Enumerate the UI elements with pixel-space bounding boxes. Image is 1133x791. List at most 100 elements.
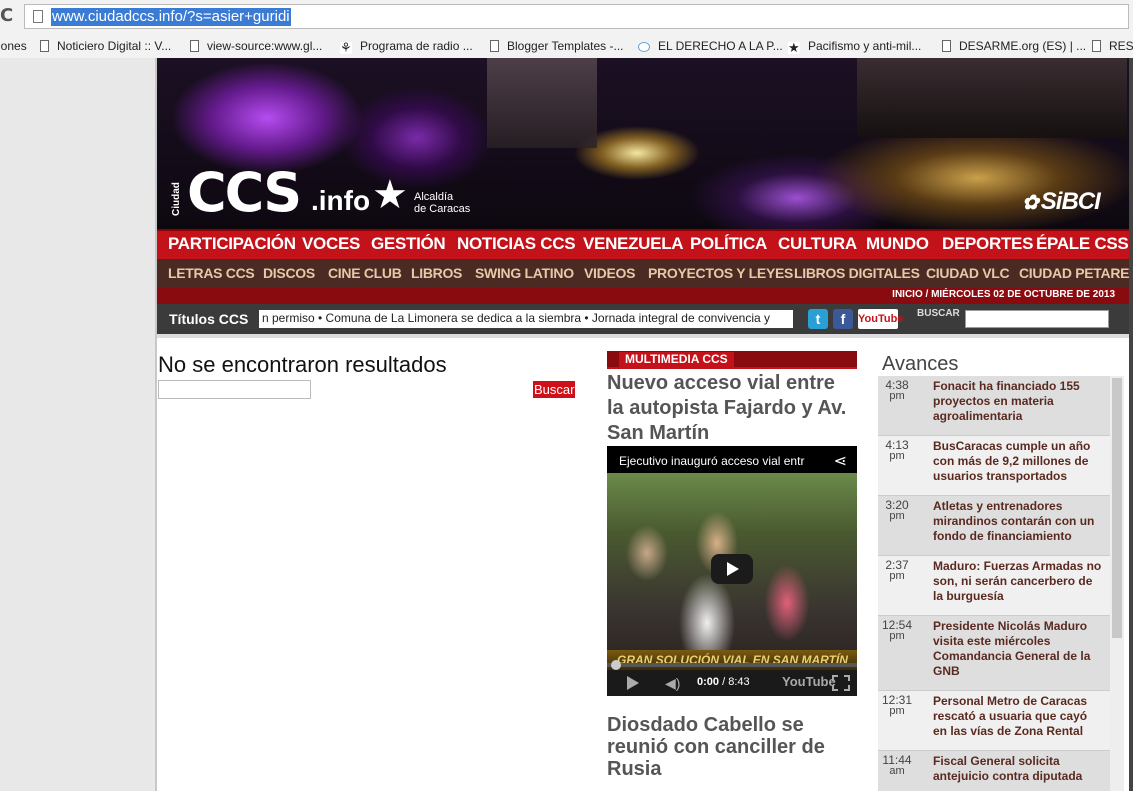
fullscreen-icon[interactable]: [832, 675, 850, 691]
nav-mundo[interactable]: MUNDO: [866, 234, 929, 254]
item-time: 2:37 pm: [882, 559, 912, 582]
twitter-icon[interactable]: t: [808, 309, 828, 329]
play-icon[interactable]: [627, 676, 639, 690]
item-headline[interactable]: Fiscal General solicita antejuicio contr…: [933, 751, 1110, 788]
subnav-discos[interactable]: DISCOS: [263, 265, 315, 281]
list-item[interactable]: 12:31 pm Personal Metro de Caracas rescat…: [878, 691, 1110, 751]
address-bar: C www.ciudadccs.info/?s=asier+guridi: [0, 0, 1133, 34]
sibci-logo[interactable]: ✿ SiBCI: [1022, 188, 1101, 216]
nav-epale-css[interactable]: ÉPALE CSS: [1036, 234, 1129, 254]
search-label: BUSCAR: [917, 308, 960, 319]
search-button[interactable]: Buscar: [533, 381, 576, 398]
nav-noticias-ccs[interactable]: NOTICIAS CCS: [457, 234, 576, 254]
news-ticker[interactable]: n permiso • Comuna de La Limonera se ded…: [259, 310, 793, 328]
list-item[interactable]: 4:13 pm BusCaracas cumple un año con más …: [878, 436, 1110, 496]
nav-politica[interactable]: POLÍTICA: [690, 234, 767, 254]
subnav-libros-digitales[interactable]: LIBROS DIGITALES: [794, 265, 920, 281]
video-current-time: 0:00: [697, 676, 720, 688]
reload-icon[interactable]: C: [0, 7, 18, 25]
sibci-text: SiBCI: [1040, 188, 1101, 215]
section-label: MULTIMEDIA CCS: [619, 352, 734, 367]
subnav-ciudad-petare[interactable]: CIUDAD PETARE: [1019, 265, 1129, 281]
logo-info: .info: [311, 185, 371, 216]
article-title[interactable]: Nuevo acceso vial entre la autopista Faj…: [607, 371, 857, 446]
item-time: 3:20 pm: [882, 499, 912, 522]
list-item[interactable]: 12:54 pm Presidente Nicolás Maduro visita…: [878, 616, 1110, 691]
list-item[interactable]: 11:44 am Fiscal General solicita antejuic…: [878, 751, 1110, 791]
subnav-libros[interactable]: LIBROS: [411, 265, 462, 281]
nav-deportes[interactable]: DEPORTES: [942, 234, 1033, 254]
youtube-icon[interactable]: YouTube: [858, 309, 903, 329]
divider: [157, 334, 1129, 338]
item-headline[interactable]: Presidente Nicolás Maduro visita este mi…: [933, 616, 1110, 683]
youtube-logo[interactable]: YouTube: [782, 674, 836, 689]
time-ampm: pm: [889, 570, 905, 582]
video-player[interactable]: GRAN SOLUCIÓN VIAL EN SAN MARTÍN Ejecuti…: [607, 446, 857, 696]
video-title[interactable]: Ejecutivo inauguró acceso vial entr: [619, 454, 804, 468]
item-headline[interactable]: Atletas y entrenadores mirandinos contar…: [933, 496, 1110, 548]
alcaldia-line1: Alcaldía: [414, 191, 454, 203]
share-icon[interactable]: ⋖: [834, 451, 847, 471]
nav-voces[interactable]: VOCES: [302, 234, 360, 254]
header-banner: Ciudad CCS .info ★ Alcaldía de Caracas ✿ S…: [157, 58, 1129, 229]
article-title[interactable]: Diosdado Cabello se reunió con canciller…: [607, 714, 857, 780]
progress-handle[interactable]: [611, 660, 621, 670]
bookmark-item[interactable]: Noticiero Digital :: V...: [40, 37, 171, 55]
ticker-text[interactable]: n permiso • Comuna de La Limonera se ded…: [262, 311, 770, 325]
bookmark-item[interactable]: DESARME.org (ES) | ...: [942, 37, 1086, 55]
alcaldia-line2: de Caracas: [414, 203, 471, 215]
item-headline[interactable]: Personal Metro de Caracas rescató a usua…: [933, 691, 1110, 743]
list-item[interactable]: 2:37 pm Maduro: Fuerzas Armadas no son, n…: [878, 556, 1110, 616]
nav-participacion[interactable]: PARTICIPACIÓN: [168, 234, 296, 254]
bookmark-label: Noticiero Digital :: V...: [57, 39, 172, 53]
subnav-swing-latino[interactable]: SWING LATINO: [475, 265, 574, 281]
time-ampm: pm: [889, 630, 905, 642]
video-progress[interactable]: [607, 660, 857, 670]
bookmark-item[interactable]: RESD: [1092, 37, 1133, 55]
sub-nav: LETRAS CCS DISCOS CINE CLUB LIBROS SWING…: [157, 259, 1129, 287]
url-text[interactable]: www.ciudadccs.info/?s=asier+guridi: [51, 8, 291, 26]
bookmark-item[interactable]: Blogger Templates -...: [490, 37, 624, 55]
scrollbar-thumb[interactable]: [1112, 378, 1122, 638]
facebook-icon[interactable]: f: [833, 309, 853, 329]
bookmark-item[interactable]: ★ Pacifismo y anti-mil...: [788, 37, 921, 55]
nav-venezuela[interactable]: VENEZUELA: [583, 234, 684, 254]
date-text: INICIO / MIÉRCOLES 02 DE OCTUBRE DE 2013: [892, 289, 1115, 300]
play-button[interactable]: [711, 554, 753, 584]
subnav-proyectos-y-leyes[interactable]: PROYECTOS Y LEYES: [648, 265, 793, 281]
bookmark-item[interactable]: EL DERECHO A LA P...: [638, 37, 783, 55]
page-edge-right: [1129, 58, 1133, 791]
item-time: 4:13 pm: [882, 439, 912, 462]
volume-icon[interactable]: ◀): [665, 675, 680, 692]
page-icon: [190, 40, 199, 52]
site-container: Ciudad CCS .info ★ Alcaldía de Caracas ✿ S…: [157, 58, 1129, 791]
list-item[interactable]: 3:20 pm Atletas y entrenadores mirandinos…: [878, 496, 1110, 556]
bookmark-item[interactable]: view-source:www.gl...: [190, 37, 322, 55]
bookmark-item[interactable]: ⚘ Programa de radio ...: [340, 37, 473, 55]
item-headline[interactable]: Fonacit ha financiado 155 proyectos en m…: [933, 376, 1110, 428]
page-icon: [490, 40, 499, 52]
search-input[interactable]: [158, 380, 311, 399]
subnav-videos[interactable]: VIDEOS: [584, 265, 635, 281]
banner-photo: [857, 58, 1127, 138]
list-item[interactable]: 4:38 pm Fonacit ha financiado 155 proyect…: [878, 376, 1110, 436]
item-headline[interactable]: Maduro: Fuerzas Armadas no son, ni serán…: [933, 556, 1110, 608]
chat-bubble-icon: [638, 42, 650, 52]
avances-scrollbar[interactable]: [1110, 376, 1124, 791]
nav-cultura[interactable]: CULTURA: [778, 234, 857, 254]
bookmark-item[interactable]: iones: [0, 37, 27, 55]
bookmarks-bar: iones Noticiero Digital :: V... view-sou…: [0, 34, 1133, 59]
subnav-letras-ccs[interactable]: LETRAS CCS: [168, 265, 255, 281]
bookmark-label: Pacifismo y anti-mil...: [808, 39, 922, 53]
time-ampm: pm: [889, 510, 905, 522]
subnav-ciudad-vlc[interactable]: CIUDAD VLC: [926, 265, 1010, 281]
bookmark-label: EL DERECHO A LA P...: [658, 39, 783, 53]
nav-gestion[interactable]: GESTIÓN: [371, 234, 446, 254]
alcaldia-text: Alcaldía de Caracas: [414, 191, 470, 215]
url-field[interactable]: www.ciudadccs.info/?s=asier+guridi: [24, 4, 1129, 29]
item-headline[interactable]: BusCaracas cumple un año con más de 9,2 …: [933, 436, 1110, 488]
video-caption-bar: GRAN SOLUCIÓN VIAL EN SAN MARTÍN: [607, 650, 857, 670]
header-search-input[interactable]: [965, 310, 1109, 328]
subnav-cine-club[interactable]: CINE CLUB: [328, 265, 402, 281]
page-background-left: [0, 58, 157, 791]
